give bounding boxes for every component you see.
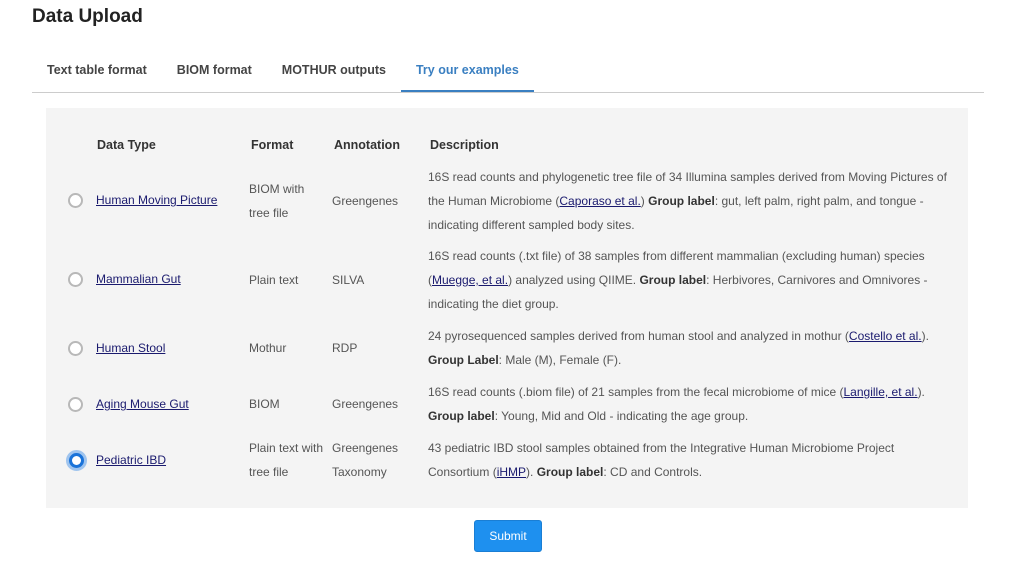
annotation-cell: SILVA	[332, 273, 365, 287]
examples-panel: Data Type Format Annotation Description …	[46, 108, 968, 508]
submit-button[interactable]: Submit	[474, 520, 542, 552]
format-cell: Plain text	[249, 273, 299, 287]
annotation-cell: Greengenes	[332, 397, 399, 411]
annotation-cell: RDP	[332, 341, 358, 355]
citation-link[interactable]: Caporaso et al.	[559, 194, 640, 208]
example-link-pediatric-ibd[interactable]: Pediatric IBD	[96, 453, 166, 467]
citation-link[interactable]: Costello et al.	[849, 329, 922, 343]
tab-biom-format[interactable]: BIOM format	[162, 52, 267, 92]
example-link-aging-mouse-gut[interactable]: Aging Mouse Gut	[96, 397, 189, 411]
example-radio-mammalian-gut[interactable]	[68, 272, 83, 287]
format-cell: BIOM	[249, 397, 280, 411]
description-cell: 16S read counts (.biom file) of 21 sampl…	[428, 385, 925, 423]
header-annotation: Annotation	[334, 138, 400, 152]
format-cell: Plain text with tree file	[249, 441, 324, 479]
example-radio-aging-mouse-gut[interactable]	[68, 397, 83, 412]
format-cell: Mothur	[249, 341, 287, 355]
example-radio-pediatric-ibd[interactable]	[66, 450, 87, 471]
example-link-mammalian-gut[interactable]: Mammalian Gut	[96, 272, 181, 286]
tab-bar: Text table format BIOM format MOTHUR out…	[32, 52, 984, 93]
citation-link[interactable]: iHMP	[497, 465, 526, 479]
format-cell: BIOM with tree file	[249, 182, 305, 220]
table-row: Mammalian Gut Plain text SILVA 16S read …	[46, 244, 968, 316]
table-row: Pediatric IBD Plain text with tree file …	[46, 436, 968, 484]
description-cell: 16S read counts and phylogenetic tree fi…	[428, 170, 947, 232]
citation-link[interactable]: Langille, et al.	[844, 385, 918, 399]
page-title: Data Upload	[32, 6, 143, 27]
header-data-type: Data Type	[97, 138, 156, 152]
annotation-cell: Greengenes Taxonomy	[332, 441, 399, 479]
table-row: Human Stool Mothur RDP 24 pyrosequenced …	[46, 324, 968, 372]
table-row: Aging Mouse Gut BIOM Greengenes 16S read…	[46, 380, 968, 428]
tab-mothur-outputs[interactable]: MOTHUR outputs	[267, 52, 401, 92]
citation-link[interactable]: Muegge, et al.	[432, 273, 508, 287]
example-link-human-stool[interactable]: Human Stool	[96, 341, 165, 355]
tab-try-our-examples[interactable]: Try our examples	[400, 52, 534, 92]
table-row: Human Moving Picture BIOM with tree file…	[46, 165, 968, 237]
annotation-cell: Greengenes	[332, 194, 399, 208]
example-radio-human-stool[interactable]	[68, 341, 83, 356]
example-link-human-moving-picture[interactable]: Human Moving Picture	[96, 193, 217, 207]
description-cell: 24 pyrosequenced samples derived from hu…	[428, 329, 929, 367]
example-radio-human-moving-picture[interactable]	[68, 193, 83, 208]
tab-text-table-format[interactable]: Text table format	[32, 52, 162, 92]
description-cell: 16S read counts (.txt file) of 38 sample…	[428, 249, 928, 311]
header-format: Format	[251, 138, 294, 152]
description-cell: 43 pediatric IBD stool samples obtained …	[428, 441, 895, 479]
header-description: Description	[430, 138, 499, 152]
